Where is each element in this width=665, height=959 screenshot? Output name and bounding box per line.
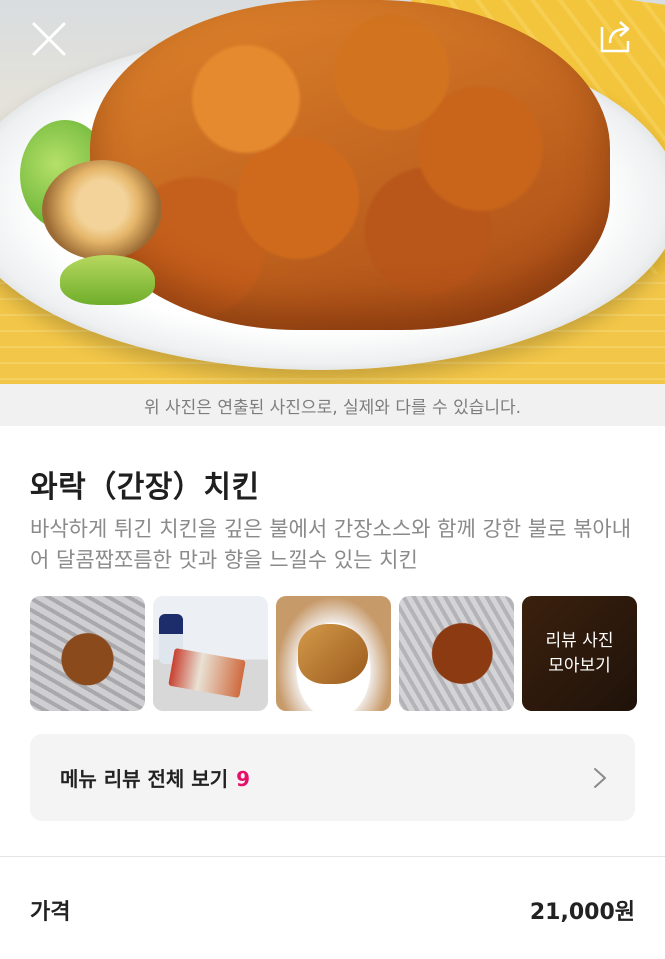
review-photos-more-button[interactable]: 리뷰 사진 모아보기: [522, 596, 637, 711]
chevron-right-icon: [594, 767, 606, 788]
all-reviews-text: 메뉴 리뷰 전체 보기 9: [60, 763, 250, 792]
review-photo[interactable]: [30, 596, 145, 711]
hero-lime: [60, 255, 155, 305]
close-icon: [32, 22, 66, 56]
review-photo-chicken-leg: [298, 624, 368, 684]
share-button[interactable]: [594, 15, 638, 59]
section-divider: [0, 856, 665, 857]
review-photo[interactable]: [153, 596, 268, 711]
review-photo[interactable]: [276, 596, 391, 711]
review-photos-more-line1: 리뷰 사진: [545, 630, 614, 651]
review-photo[interactable]: [399, 596, 514, 711]
review-photos-more-overlay: 리뷰 사진 모아보기: [522, 596, 637, 711]
all-reviews-label: 메뉴 리뷰 전체 보기: [60, 767, 229, 791]
review-photo-strip: 리뷰 사진 모아보기: [30, 596, 637, 711]
hero-chicken: [90, 0, 610, 330]
review-photos-more-line2: 모아보기: [548, 655, 611, 676]
price-value: 21,000원: [529, 900, 635, 925]
menu-description: 바삭하게 튀긴 치킨을 깊은 불에서 간장소스와 함께 강한 불로 볶아내어 달…: [30, 517, 632, 572]
review-count: 9: [236, 767, 251, 791]
photo-disclaimer: 위 사진은 연출된 사진으로, 실제와 다를 수 있습니다.: [0, 384, 665, 426]
menu-title: 와락（간장）치킨: [30, 470, 260, 505]
review-photo-box: [168, 648, 246, 698]
close-button[interactable]: [27, 17, 71, 61]
all-reviews-button[interactable]: 메뉴 리뷰 전체 보기 9: [30, 734, 635, 821]
share-icon: [600, 21, 630, 53]
price-label: 가격: [30, 900, 71, 925]
hero-garlic: [42, 160, 162, 260]
menu-hero-image: [0, 0, 665, 384]
